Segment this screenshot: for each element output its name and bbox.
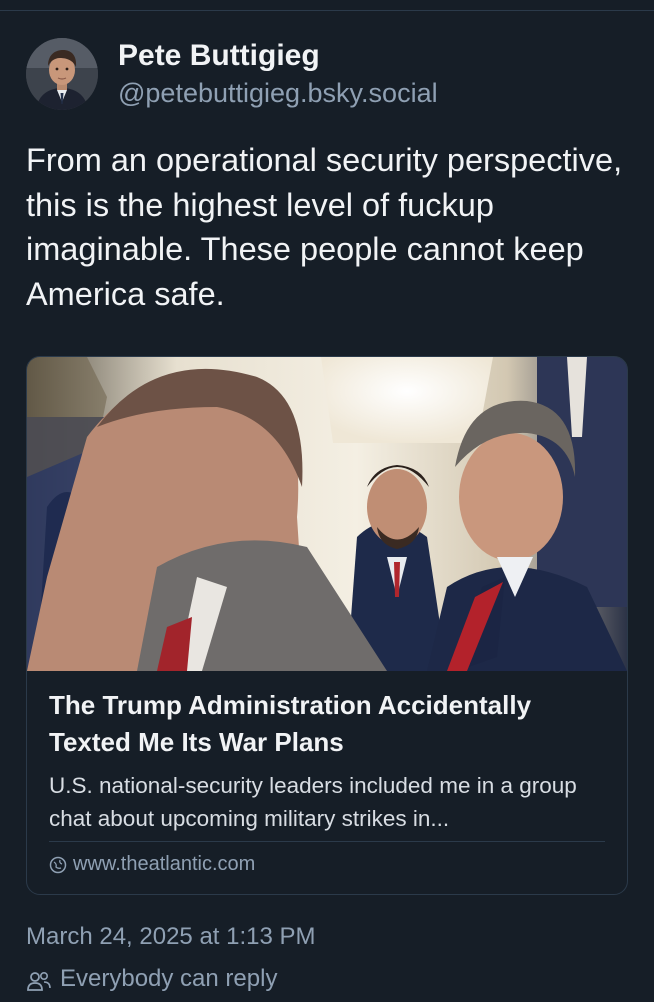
link-card-domain[interactable]: www.theatlantic.com bbox=[49, 853, 255, 876]
link-card-image bbox=[27, 357, 627, 671]
people-icon bbox=[26, 968, 52, 991]
news-photo-icon bbox=[27, 357, 627, 671]
post-timestamp[interactable]: March 24, 2025 at 1:13 PM bbox=[26, 920, 316, 954]
post-text: From an operational security perspective… bbox=[26, 142, 623, 312]
link-card-description: U.S. national-security leaders included … bbox=[49, 773, 577, 831]
handle[interactable]: @petebuttigieg.bsky.social bbox=[118, 76, 438, 110]
reply-setting[interactable]: Everybody can reply bbox=[26, 962, 277, 996]
link-card-domain-text: www.theatlantic.com bbox=[73, 853, 256, 875]
link-card-body: The Trump Administration Accidentally Te… bbox=[49, 687, 609, 835]
link-card[interactable]: The Trump Administration Accidentally Te… bbox=[26, 356, 628, 895]
link-card-title[interactable]: The Trump Administration Accidentally Te… bbox=[49, 687, 609, 761]
display-name[interactable]: Pete Buttigieg bbox=[118, 38, 438, 74]
avatar-photo-icon bbox=[26, 38, 98, 110]
post: Pete Buttigieg @petebuttigieg.bsky.socia… bbox=[0, 0, 654, 1000]
avatar[interactable] bbox=[26, 38, 98, 110]
author-names: Pete Buttigieg @petebuttigieg.bsky.socia… bbox=[118, 38, 438, 110]
post-header: Pete Buttigieg @petebuttigieg.bsky.socia… bbox=[26, 38, 438, 110]
globe-icon bbox=[49, 856, 67, 874]
reply-setting-label: Everybody can reply bbox=[60, 965, 278, 992]
link-card-divider bbox=[49, 841, 605, 842]
